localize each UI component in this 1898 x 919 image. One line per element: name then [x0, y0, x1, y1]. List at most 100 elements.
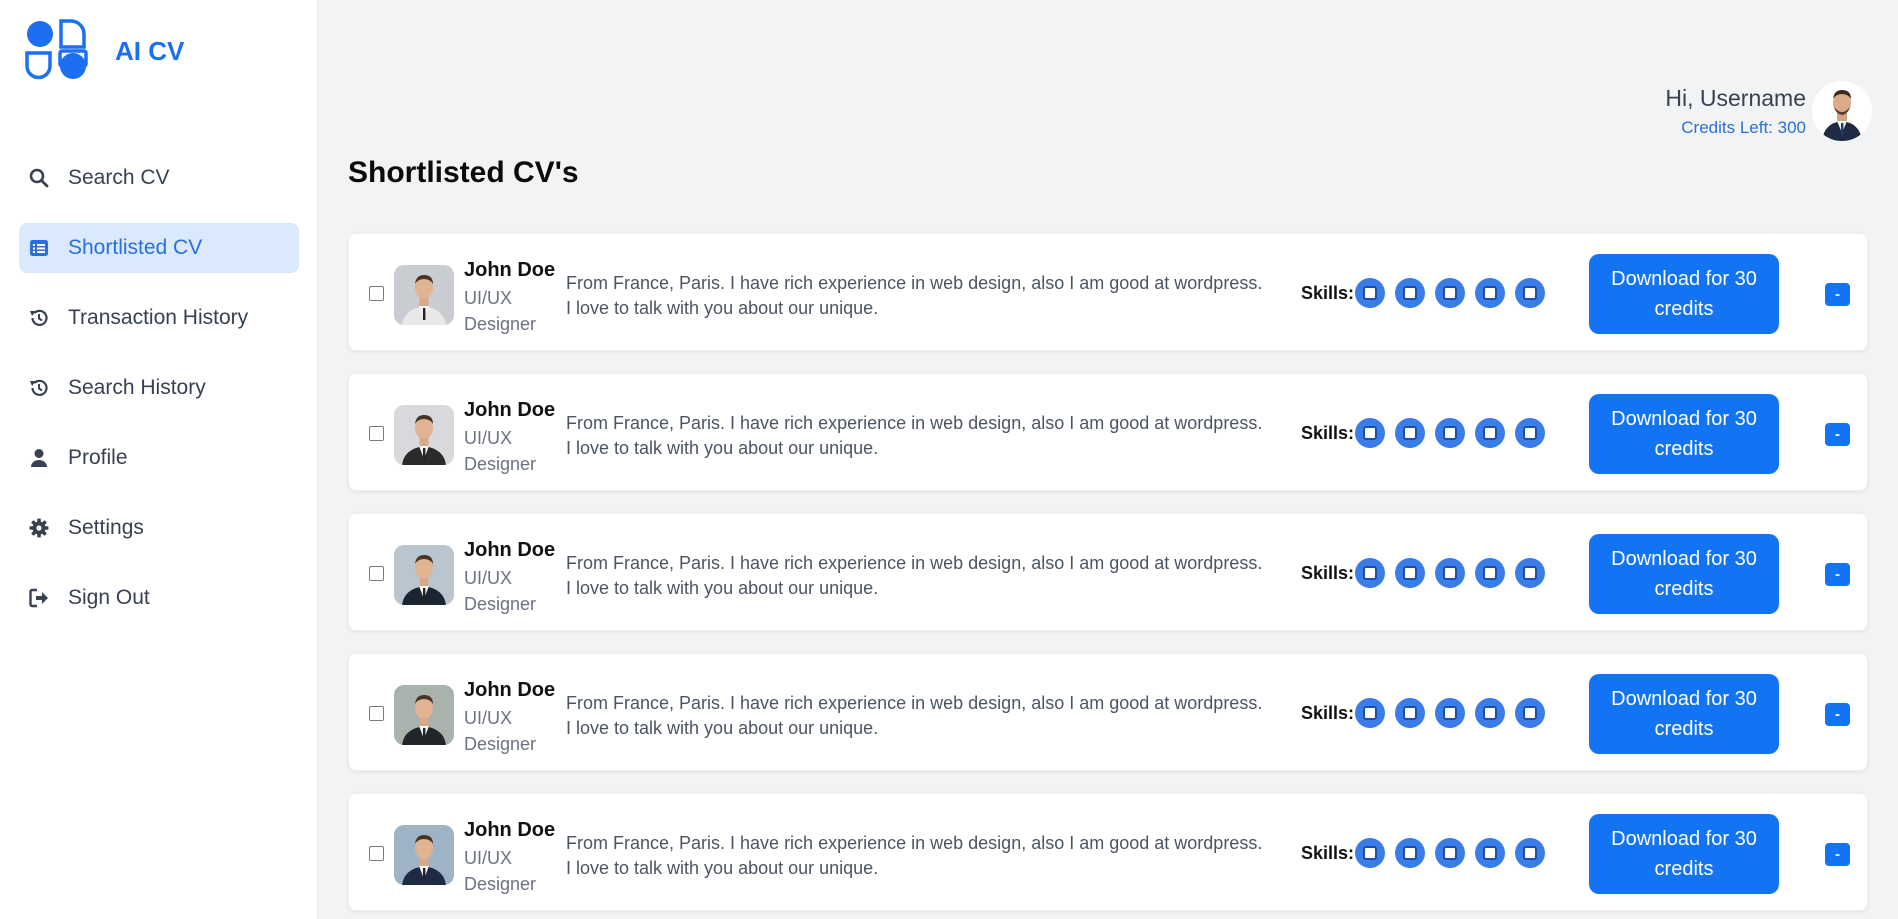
candidate-description: From France, Paris. I have rich experien…	[566, 833, 1263, 878]
cv-card: John Doe UI/UX Designer From France, Par…	[348, 373, 1868, 491]
sidebar-item-search-cv[interactable]: Search CV	[19, 153, 299, 203]
sidebar-item-transaction-history[interactable]: Transaction History	[19, 293, 299, 343]
download-button[interactable]: Download for 30 credits	[1589, 674, 1779, 754]
candidate-photo	[394, 405, 454, 465]
cv-card: John Doe UI/UX Designer From France, Par…	[348, 513, 1868, 631]
cv-list: John Doe UI/UX Designer From France, Par…	[348, 233, 1868, 919]
history-icon	[29, 378, 49, 398]
candidate-name: John Doe	[464, 539, 556, 561]
candidate-photo	[394, 545, 454, 605]
candidate-role: UI/UX Designer	[464, 288, 537, 334]
sidebar-item-profile[interactable]: Profile	[19, 433, 299, 483]
sidebar-item-label: Search History	[68, 376, 206, 399]
logo-icon	[25, 19, 88, 80]
remove-button[interactable]: -	[1825, 563, 1850, 586]
sidebar-nav: Search CV Shortlisted CV Transaction His…	[19, 153, 299, 643]
skills-label: Skills:	[1301, 423, 1355, 443]
download-button[interactable]: Download for 30 credits	[1589, 394, 1779, 474]
sidebar-item-sign-out[interactable]: Sign Out	[19, 573, 299, 623]
cv-card: John Doe UI/UX Designer From France, Par…	[348, 233, 1868, 351]
skill-icon	[1395, 838, 1425, 868]
candidate-description: From France, Paris. I have rich experien…	[566, 693, 1263, 738]
candidate-description: From France, Paris. I have rich experien…	[566, 413, 1263, 458]
skill-icon	[1475, 698, 1505, 728]
sidebar-item-label: Settings	[68, 516, 144, 539]
remove-button[interactable]: -	[1825, 423, 1850, 446]
candidate-description: From France, Paris. I have rich experien…	[566, 553, 1263, 598]
brand[interactable]: AI CV	[25, 19, 184, 83]
cv-card: John Doe UI/UX Designer From France, Par…	[348, 653, 1868, 771]
app: AI CV Search CV Shortlisted CV Transacti…	[0, 0, 1898, 919]
skill-icon	[1395, 558, 1425, 588]
skills-list	[1355, 278, 1555, 308]
skill-icon	[1475, 278, 1505, 308]
sidebar-item-label: Shortlisted CV	[68, 236, 203, 259]
download-button[interactable]: Download for 30 credits	[1589, 534, 1779, 614]
skill-icon	[1515, 418, 1545, 448]
candidate-role: UI/UX Designer	[464, 848, 537, 894]
download-button[interactable]: Download for 30 credits	[1589, 254, 1779, 334]
skill-icon	[1515, 698, 1545, 728]
skill-icon	[1475, 558, 1505, 588]
skill-icon	[1435, 698, 1465, 728]
candidate-name: John Doe	[464, 259, 556, 281]
download-button[interactable]: Download for 30 credits	[1589, 814, 1779, 894]
skill-icon	[1395, 278, 1425, 308]
skills-label: Skills:	[1301, 563, 1355, 583]
brand-name: AI CV	[115, 35, 185, 66]
sidebar-item-search-history[interactable]: Search History	[19, 363, 299, 413]
candidate-photo	[394, 825, 454, 885]
sign-out-icon	[29, 588, 49, 608]
skill-icon	[1355, 558, 1385, 588]
skill-icon	[1475, 838, 1505, 868]
select-checkbox[interactable]	[369, 846, 384, 861]
sidebar-item-shortlisted-cv[interactable]: Shortlisted CV	[19, 223, 299, 273]
page-title: Shortlisted CV's	[348, 156, 579, 189]
sidebar-item-settings[interactable]: Settings	[19, 503, 299, 553]
skill-icon	[1475, 418, 1505, 448]
history-icon	[29, 308, 49, 328]
sidebar-item-label: Sign Out	[68, 586, 150, 609]
select-checkbox[interactable]	[369, 566, 384, 581]
credits-left: Credits Left: 300	[1681, 117, 1806, 137]
candidate-description: From France, Paris. I have rich experien…	[566, 273, 1263, 318]
sidebar: AI CV Search CV Shortlisted CV Transacti…	[0, 0, 318, 919]
candidate-role: UI/UX Designer	[464, 568, 537, 614]
skill-icon	[1515, 278, 1545, 308]
candidate-role: UI/UX Designer	[464, 428, 537, 474]
cv-card: John Doe UI/UX Designer From France, Par…	[348, 793, 1868, 911]
candidate-name: John Doe	[464, 679, 556, 701]
skill-icon	[1435, 558, 1465, 588]
sidebar-item-label: Transaction History	[68, 306, 249, 329]
skills-label: Skills:	[1301, 703, 1355, 723]
candidate-photo	[394, 685, 454, 745]
gear-icon	[29, 518, 49, 538]
skills-list	[1355, 558, 1555, 588]
skill-icon	[1355, 418, 1385, 448]
list-icon	[29, 238, 49, 258]
skills-label: Skills:	[1301, 843, 1355, 863]
skills-list	[1355, 838, 1555, 868]
skill-icon	[1395, 418, 1425, 448]
remove-button[interactable]: -	[1825, 283, 1850, 306]
skill-icon	[1355, 698, 1385, 728]
skill-icon	[1435, 278, 1465, 308]
select-checkbox[interactable]	[369, 286, 384, 301]
select-checkbox[interactable]	[369, 706, 384, 721]
skill-icon	[1355, 278, 1385, 308]
select-checkbox[interactable]	[369, 426, 384, 441]
skill-icon	[1355, 838, 1385, 868]
user-menu[interactable]: Hi, Username Credits Left: 300	[1665, 81, 1872, 141]
skill-icon	[1515, 558, 1545, 588]
user-greeting: Hi, Username	[1665, 84, 1806, 111]
sidebar-item-label: Profile	[68, 446, 128, 469]
remove-button[interactable]: -	[1825, 703, 1850, 726]
remove-button[interactable]: -	[1825, 843, 1850, 866]
skill-icon	[1435, 418, 1465, 448]
avatar[interactable]	[1812, 81, 1872, 141]
skill-icon	[1395, 698, 1425, 728]
user-info: Hi, Username Credits Left: 300	[1665, 85, 1806, 138]
skills-list	[1355, 418, 1555, 448]
candidate-photo	[394, 265, 454, 325]
sidebar-item-label: Search CV	[68, 166, 170, 189]
